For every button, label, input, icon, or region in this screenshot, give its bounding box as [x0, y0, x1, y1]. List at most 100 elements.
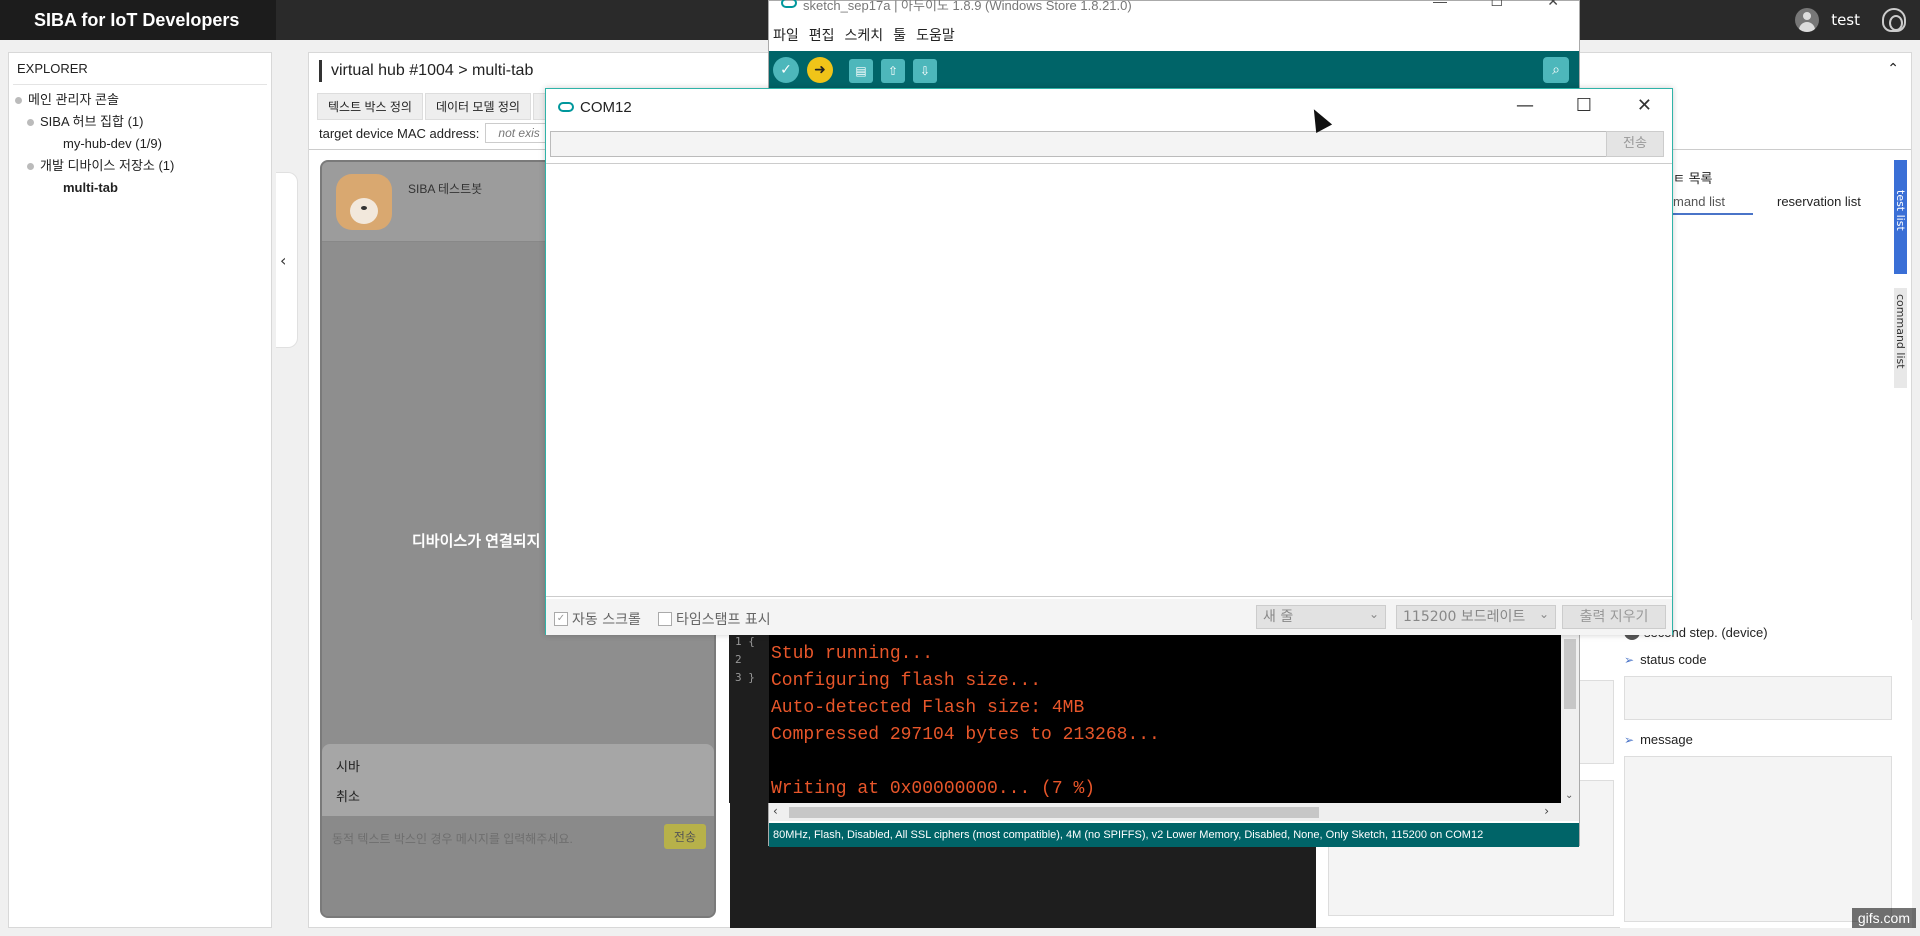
baud-rate-select[interactable]: 115200 보드레이트 [1396, 603, 1556, 629]
scroll-thumb[interactable] [1564, 639, 1576, 709]
console-line: Auto-detected Flash size: 4MB [771, 698, 1085, 718]
fingerprint-icon[interactable] [1882, 8, 1906, 32]
console-line: Writing at 0x00000000... (7 %) [771, 779, 1096, 799]
checkmark-icon: ✓ [554, 612, 568, 626]
save-file-icon[interactable]: ⇩ [913, 59, 937, 83]
ide-titlebar: sketch_sep17a | 아두이노 1.8.9 (Windows Stor… [769, 0, 1579, 15]
chevron-left-icon: ‹ [280, 251, 287, 270]
verify-check-icon[interactable]: ✓ [773, 57, 799, 83]
explorer-tree: 메인 관리자 콘솔 SIBA 허브 집합 (1) my-hub-dev (1/9… [9, 85, 271, 203]
header-accent-bar [319, 60, 322, 82]
chat-option-cancel[interactable]: 취소 [336, 782, 700, 812]
collapse-sidebar-button[interactable]: ‹ [276, 172, 298, 348]
console-vscroll[interactable]: ⌄ [1561, 633, 1579, 803]
user-menu[interactable]: test [1795, 0, 1860, 40]
open-file-icon[interactable]: ⇧ [881, 59, 905, 83]
tab-bar: 텍스트 박스 정의 데이터 모델 정의 디 [317, 93, 568, 120]
watermark: gifs.com [1851, 908, 1916, 928]
app-brand[interactable]: SIBA for IoT Developers [0, 0, 276, 40]
explorer-title: EXPLORER [13, 53, 267, 85]
tree-item-admin-console[interactable]: 메인 관리자 콘솔 [15, 89, 265, 111]
test-list-panel: ㅌ 목록 mand list reservation list [1672, 160, 1892, 490]
console-line: Configuring flash size... [771, 671, 1042, 691]
response-section: 2 second step. (device) ➢ status code ➢ … [1620, 620, 1912, 928]
serial-monitor-window: COM12 — ☐ ✕ 전송 ✓ 자동 스크롤 타임스탬프 표시 새 줄 115… [545, 88, 1673, 635]
tree-bullet-icon [27, 162, 34, 170]
message-label: ➢ message [1624, 732, 1693, 747]
side-tabs: test list command list [1894, 160, 1910, 388]
menu-file[interactable]: 파일 [773, 25, 799, 45]
chat-input-row: 동적 텍스트 박스인 경우 메시지를 입력해주세요. 전송 [322, 816, 714, 916]
line-ending-select[interactable]: 새 줄 [1256, 603, 1386, 629]
minimize-icon[interactable]: — [1516, 95, 1534, 116]
tab-command-list[interactable]: mand list [1673, 194, 1754, 215]
new-file-icon[interactable]: ▤ [849, 59, 873, 83]
autoscroll-checkbox[interactable]: ✓ 자동 스크롤 [554, 609, 641, 629]
serial-input[interactable] [550, 131, 1608, 157]
close-icon[interactable]: ✕ [1547, 0, 1559, 10]
tree-item-hub-set[interactable]: SIBA 허브 집합 (1) [15, 111, 265, 133]
close-icon[interactable]: ✕ [1637, 95, 1652, 116]
panel-title: ㅌ 목록 [1673, 171, 1713, 186]
user-avatar-icon [1795, 8, 1820, 32]
line-gutter: 1 { 2 3 } [729, 633, 769, 803]
maximize-icon[interactable]: ☐ [1576, 95, 1592, 116]
message-field[interactable] [1624, 756, 1892, 922]
tab-textbox-def[interactable]: 텍스트 박스 정의 [317, 93, 423, 120]
serial-send-button[interactable]: 전송 [1606, 131, 1664, 157]
maximize-icon[interactable]: ☐ [1490, 0, 1503, 10]
menu-tools[interactable]: 툴 [893, 25, 906, 45]
chat-options: 시바 취소 [322, 744, 714, 816]
chevron-down-icon[interactable]: ⌄ [1565, 790, 1573, 801]
console-hscroll[interactable]: ‹ › [769, 803, 1579, 821]
serial-send-row: 전송 [546, 127, 1672, 159]
serial-output[interactable] [546, 163, 1672, 597]
chevron-right-icon[interactable]: › [1544, 804, 1549, 818]
console-output: Stub running... Configuring flash size..… [771, 641, 1160, 803]
ide-statusbar: 80MHz, Flash, Disabled, All SSL ciphers … [769, 823, 1579, 847]
scroll-thumb[interactable] [789, 807, 1319, 818]
chat-input[interactable]: 동적 텍스트 박스인 경우 메시지를 입력해주세요. [332, 830, 573, 847]
chat-send-button[interactable]: 전송 [663, 824, 706, 849]
tree-bullet-icon [15, 96, 22, 104]
serial-monitor-icon[interactable]: ⌕ [1543, 57, 1569, 83]
bot-name: SIBA 테스트봇 [408, 182, 483, 196]
ide-console: 1 { 2 3 } Stub running... Configuring fl… [729, 633, 1579, 803]
minimize-icon[interactable]: — [1433, 0, 1447, 9]
tab-data-model-def[interactable]: 데이터 모델 정의 [424, 93, 531, 120]
mac-value-field[interactable]: not exis [485, 123, 553, 143]
user-name: test [1831, 11, 1860, 29]
upload-arrow-icon[interactable]: ➜ [807, 57, 833, 83]
tree-item-my-hub-dev[interactable]: my-hub-dev (1/9) [15, 133, 265, 155]
console-line: Stub running... [771, 644, 934, 664]
breadcrumb: virtual hub #1004 > multi-tab [331, 62, 534, 79]
ide-title: sketch_sep17a | 아두이노 1.8.9 (Windows Stor… [803, 0, 1132, 13]
menu-sketch[interactable]: 스케치 [845, 25, 884, 45]
mac-address-row: target device MAC address: not exis [319, 123, 553, 143]
timestamp-checkbox[interactable]: 타임스탬프 표시 [658, 609, 771, 629]
chevron-up-icon[interactable]: ⌃ [1887, 61, 1899, 77]
checkbox-icon [658, 612, 672, 626]
chevron-left-icon[interactable]: ‹ [773, 804, 778, 818]
mac-label: target device MAC address: [319, 125, 480, 141]
chat-option-siba[interactable]: 시바 [336, 752, 700, 782]
ide-toolbar: ✓ ➜ ▤ ⇧ ⇩ ⌕ [769, 51, 1579, 89]
clear-output-button[interactable]: 출력 지우기 [1562, 605, 1666, 629]
arrow-icon: ➢ [1624, 652, 1635, 667]
serial-titlebar: COM12 — ☐ ✕ [546, 89, 1672, 127]
explorer-panel: EXPLORER 메인 관리자 콘솔 SIBA 허브 집합 (1) my-hub… [8, 52, 272, 928]
status-code-label: ➢ status code [1624, 652, 1707, 667]
arduino-logo-icon [558, 102, 574, 112]
tree-bullet-icon [27, 118, 34, 126]
side-tab-command-list[interactable]: command list [1894, 288, 1907, 388]
tab-reservation-list[interactable]: reservation list [1777, 194, 1861, 209]
arrow-icon: ➢ [1624, 732, 1635, 747]
side-tab-test-list[interactable]: test list [1894, 160, 1907, 274]
status-code-field[interactable] [1624, 676, 1892, 720]
menu-help[interactable]: 도움말 [916, 25, 955, 45]
tree-item-device-store[interactable]: 개발 디바이스 저장소 (1) [15, 155, 265, 177]
serial-options-bar: ✓ 자동 스크롤 타임스탬프 표시 새 줄 115200 보드레이트 출력 지우… [546, 599, 1672, 635]
tree-item-multi-tab[interactable]: multi-tab [15, 177, 265, 199]
menu-edit[interactable]: 편집 [809, 25, 835, 45]
